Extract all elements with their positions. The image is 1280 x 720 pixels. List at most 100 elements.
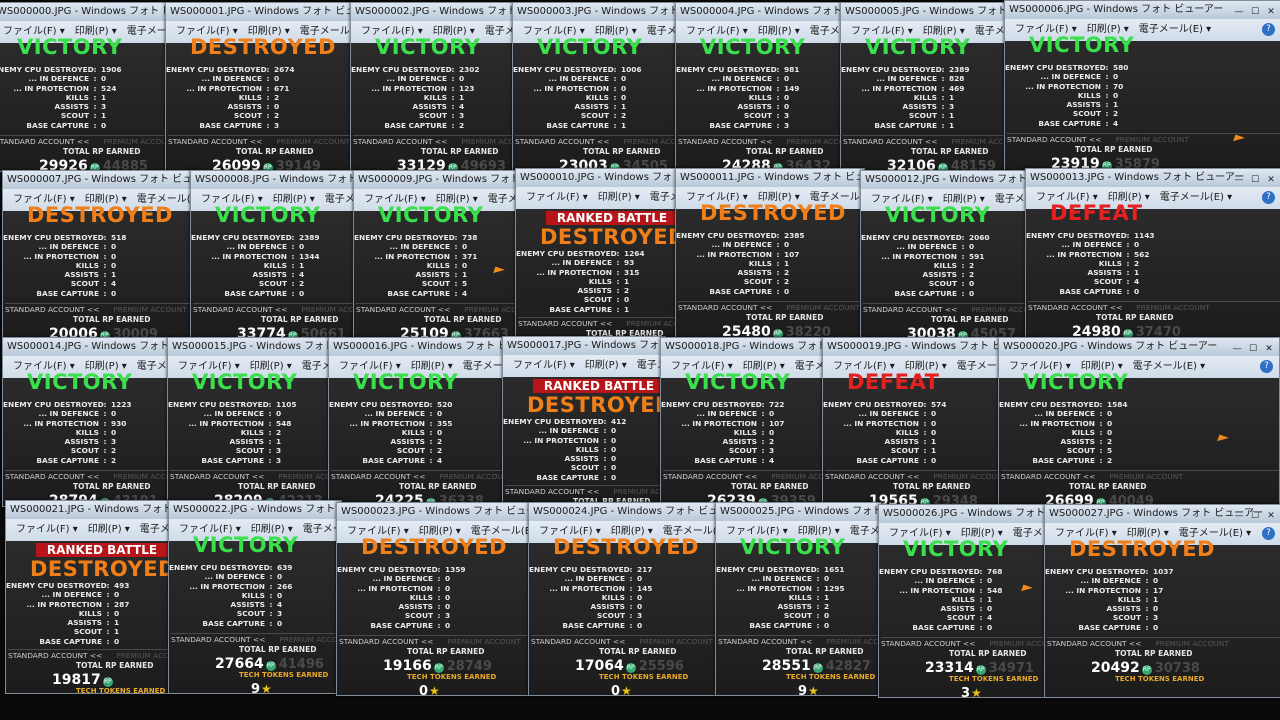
photo-viewer-window[interactable]: WS000003.JPG - Windows フォト ビューアーファイル(F) … <box>512 2 679 172</box>
window-titlebar[interactable]: WS000022.JPG - Windows フォト ビューアー <box>169 501 341 519</box>
window-titlebar[interactable]: WS000010.JPG - Windows フォト ビューアー <box>516 169 678 187</box>
photo-viewer-window[interactable]: WS000025.JPG - Windows フォト ビューアーファイル(F) … <box>715 502 882 696</box>
menu-bar: ファイル(F) ▾印刷(P) ▾電子メール(E) ▾ <box>503 355 665 377</box>
help-icon[interactable]: ? <box>1260 360 1273 373</box>
total-rp-row: 28551 RP 42827 <box>762 655 871 674</box>
maximize-icon[interactable]: ☐ <box>1247 174 1263 187</box>
help-icon[interactable]: ? <box>1262 527 1275 540</box>
photo-viewer-window[interactable]: WS000009.JPG - Windows フォト ビューアーファイル(F) … <box>353 170 520 340</box>
photo-viewer-window[interactable]: WS000014.JPG - Windows フォト ビューアーファイル(F) … <box>2 337 172 507</box>
help-icon[interactable]: ? <box>1262 191 1275 204</box>
photo-viewer-window[interactable]: WS000002.JPG - Windows フォト ビューアーファイル(F) … <box>350 2 517 172</box>
photo-viewer-window[interactable]: WS000020.JPG - Windows フォト ビューアー — ☐ ✕ ファイル(… <box>998 337 1280 509</box>
photo-viewer-window[interactable]: WS000012.JPG - Windows フォト ビューアーファイル(F) … <box>860 170 1030 340</box>
close-icon[interactable]: ✕ <box>1263 174 1279 187</box>
photo-viewer-window[interactable]: WS000001.JPG - Windows フォト ビューアーファイル(F) … <box>165 2 354 172</box>
close-icon[interactable]: ✕ <box>1263 510 1279 523</box>
window-titlebar[interactable]: WS000005.JPG - Windows フォト ビューアー <box>841 3 1008 21</box>
photo-viewer-window[interactable]: WS000023.JPG - Windows フォト ビューアーファイル(F) … <box>336 502 533 696</box>
window-title: WS000009.JPG - Windows フォト ビューアー <box>358 174 519 185</box>
window-titlebar[interactable]: WS000000.JPG - Windows フォト ビューアー <box>0 3 165 21</box>
window-titlebar[interactable]: WS000013.JPG - Windows フォト ビューアー — ☐ ✕ <box>1026 169 1280 187</box>
maximize-icon[interactable]: ☐ <box>1247 510 1263 523</box>
window-titlebar[interactable]: WS000017.JPG - Windows フォト ビューアー <box>503 337 665 355</box>
stat-colon: : <box>1099 400 1103 409</box>
menu-email[interactable]: 電子メール(E) ▾ <box>650 187 678 209</box>
window-titlebar[interactable]: WS000026.JPG - Windows フォト ビューアー <box>879 505 1047 523</box>
stat-value: 3 <box>637 611 643 621</box>
menu-file[interactable]: ファイル(F) ▾ <box>513 355 575 377</box>
window-titlebar[interactable]: WS000021.JPG - Windows フォト ビューアー <box>6 501 171 519</box>
stat-label: ASSISTS <box>64 270 99 280</box>
maximize-icon[interactable]: ☐ <box>1247 6 1263 19</box>
window-titlebar[interactable]: WS000012.JPG - Windows フォト ビューアー <box>861 171 1029 189</box>
window-titlebar[interactable]: WS000015.JPG - Windows フォト ビューアー <box>168 338 330 356</box>
window-titlebar[interactable]: WS000004.JPG - Windows フォト ビューアー <box>676 3 841 21</box>
close-icon[interactable]: ✕ <box>1261 343 1277 356</box>
window-titlebar[interactable]: WS000024.JPG - Windows フォト ビューアー <box>529 503 719 521</box>
photo-viewer-window[interactable]: WS000010.JPG - Windows フォト ビューアーファイル(F) … <box>515 168 679 338</box>
window-titlebar[interactable]: WS000003.JPG - Windows フォト ビューアー <box>513 3 678 21</box>
stat-label: ... IN DEFENCE <box>389 242 450 252</box>
window-titlebar[interactable]: WS000018.JPG - Windows フォト ビューアー <box>661 338 826 356</box>
stat-value: 0 <box>445 602 451 612</box>
photo-viewer-window[interactable]: WS000008.JPG - Windows フォト ビューアーファイル(F) … <box>190 170 357 340</box>
stat-value: 1 <box>949 92 955 102</box>
window-titlebar[interactable]: WS000019.JPG - Windows フォト ビューアー <box>823 338 1001 356</box>
stat-label: BASE CAPTURE <box>36 288 99 298</box>
menu-print[interactable]: 印刷(P) ▾ <box>598 187 640 209</box>
photo-viewer-window[interactable]: WS000019.JPG - Windows フォト ビューアーファイル(F) … <box>822 337 1002 507</box>
stat-colon: : <box>616 249 620 258</box>
window-titlebar[interactable]: WS000001.JPG - Windows フォト ビューアー <box>166 3 353 21</box>
photo-viewer-window[interactable]: WS000013.JPG - Windows フォト ビューアー — ☐ ✕ ファイル(… <box>1025 168 1280 342</box>
window-titlebar[interactable]: WS000023.JPG - Windows フォト ビューアー <box>337 503 532 521</box>
window-titlebar[interactable]: WS000016.JPG - Windows フォト ビューアー <box>329 338 504 356</box>
menu-print[interactable]: 印刷(P) ▾ <box>88 519 130 541</box>
minimize-icon[interactable]: — <box>1231 510 1247 523</box>
photo-viewer-window[interactable]: WS000017.JPG - Windows フォト ビューアーファイル(F) … <box>502 336 666 506</box>
stat-colon: : <box>437 565 441 574</box>
menu-file[interactable]: ファイル(F) ▾ <box>16 519 78 541</box>
photo-viewer-window[interactable]: WS000011.JPG - Windows フォト ビューアーファイル(F) … <box>675 168 865 338</box>
photo-viewer-window[interactable]: WS000021.JPG - Windows フォト ビューアーファイル(F) … <box>5 500 172 694</box>
stat-colon: : <box>1105 118 1109 128</box>
minimize-icon[interactable]: — <box>1231 6 1247 19</box>
minimize-icon[interactable]: — <box>1231 174 1247 187</box>
stat-colon: : <box>269 563 273 572</box>
maximize-icon[interactable]: ☐ <box>1245 343 1261 356</box>
photo-viewer-window[interactable]: WS000024.JPG - Windows フォト ビューアーファイル(F) … <box>528 502 720 696</box>
window-titlebar[interactable]: WS000007.JPG - Windows フォト ビューアー <box>3 171 193 189</box>
photo-viewer-window[interactable]: WS000005.JPG - Windows フォト ビューアーファイル(F) … <box>840 2 1009 172</box>
window-titlebar[interactable]: WS000020.JPG - Windows フォト ビューアー — ☐ ✕ <box>999 338 1279 356</box>
stat-value: 0 <box>987 622 993 632</box>
help-icon[interactable]: ? <box>1262 23 1275 36</box>
photo-viewer-window[interactable]: WS000015.JPG - Windows フォト ビューアーファイル(F) … <box>167 337 331 507</box>
close-icon[interactable]: ✕ <box>1263 6 1279 19</box>
battle-result-heading: VICTORY <box>378 203 484 227</box>
standard-account-label: STANDARD ACCOUNT << <box>8 651 103 660</box>
menu-file[interactable]: ファイル(F) ▾ <box>526 187 588 209</box>
window-titlebar[interactable]: WS000014.JPG - Windows フォト ビューアー <box>3 338 171 356</box>
photo-viewer-window[interactable]: WS000016.JPG - Windows フォト ビューアーファイル(F) … <box>328 337 505 507</box>
window-titlebar[interactable]: WS000002.JPG - Windows フォト ビューアー <box>351 3 516 21</box>
window-titlebar[interactable]: WS000006.JPG - Windows フォト ビューアー — ☐ ✕ <box>1005 1 1280 19</box>
stat-value: 1006 <box>621 65 642 74</box>
window-titlebar[interactable]: WS000009.JPG - Windows フォト ビューアー <box>354 171 519 189</box>
photo-viewer-window[interactable]: WS000018.JPG - Windows フォト ビューアーファイル(F) … <box>660 337 827 507</box>
battle-result-image: VICTORY ENEMY CPU DESTROYED: 1584... IN DE… <box>999 370 1279 508</box>
photo-viewer-window[interactable]: WS000007.JPG - Windows フォト ビューアーファイル(F) … <box>2 170 194 340</box>
window-titlebar[interactable]: WS000027.JPG - Windows フォト ビューアー — ☐ ✕ <box>1045 505 1280 523</box>
menu-print[interactable]: 印刷(P) ▾ <box>585 355 627 377</box>
photo-viewer-window[interactable]: WS000022.JPG - Windows フォト ビューアーファイル(F) … <box>168 500 342 694</box>
minimize-icon[interactable]: — <box>1229 343 1245 356</box>
photo-viewer-window[interactable]: WS000026.JPG - Windows フォト ビューアーファイル(F) … <box>878 504 1048 698</box>
menu-email[interactable]: 電子メール(E) ▾ <box>140 519 171 541</box>
photo-viewer-window[interactable]: WS000027.JPG - Windows フォト ビューアー — ☐ ✕ ファイル(… <box>1044 504 1280 698</box>
stat-colon: : <box>1126 286 1130 296</box>
window-titlebar[interactable]: WS000011.JPG - Windows フォト ビューアー <box>676 169 864 187</box>
photo-viewer-window[interactable]: WS000004.JPG - Windows フォト ビューアーファイル(F) … <box>675 2 842 172</box>
window-titlebar[interactable]: WS000025.JPG - Windows フォト ビューアー <box>716 503 881 521</box>
photo-viewer-window[interactable]: WS000000.JPG - Windows フォト ビューアーファイル(F) … <box>0 2 166 172</box>
window-titlebar[interactable]: WS000008.JPG - Windows フォト ビューアー <box>191 171 356 189</box>
photo-viewer-window[interactable]: WS000006.JPG - Windows フォト ビューアー — ☐ ✕ ファイル(… <box>1004 0 1280 174</box>
